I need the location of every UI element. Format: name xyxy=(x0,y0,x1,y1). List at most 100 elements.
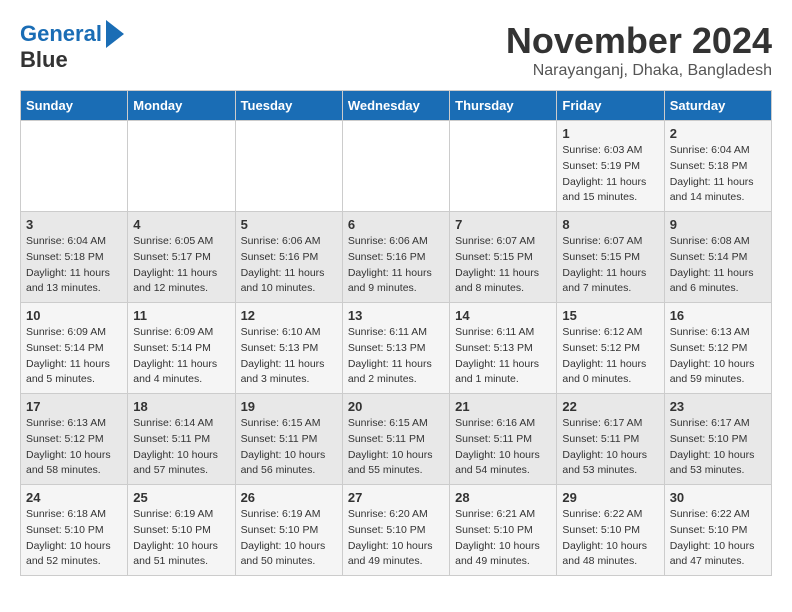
calendar-cell xyxy=(450,121,557,212)
day-info: Sunrise: 6:17 AM Sunset: 5:11 PM Dayligh… xyxy=(562,416,658,479)
day-number: 14 xyxy=(455,308,551,323)
calendar-cell: 25Sunrise: 6:19 AM Sunset: 5:10 PM Dayli… xyxy=(128,485,235,576)
day-info: Sunrise: 6:12 AM Sunset: 5:12 PM Dayligh… xyxy=(562,325,658,388)
day-number: 11 xyxy=(133,308,229,323)
month-title: November 2024 xyxy=(506,20,772,62)
day-number: 23 xyxy=(670,399,766,414)
calendar-cell: 11 Sunrise: 6:09 AM Sunset: 5:14 PM Dayli… xyxy=(128,303,235,394)
day-info: Sunrise: 6:03 AM Sunset: 5:19 PM Dayligh… xyxy=(562,143,658,206)
day-number: 16 xyxy=(670,308,766,323)
day-number: 20 xyxy=(348,399,444,414)
calendar-cell: 5Sunrise: 6:06 AM Sunset: 5:16 PM Daylig… xyxy=(235,212,342,303)
day-number: 17 xyxy=(26,399,122,414)
weekday-header-row: SundayMondayTuesdayWednesdayThursdayFrid… xyxy=(21,91,772,121)
week-row-5: 24 Sunrise: 6:18 AM Sunset: 5:10 PM Dayli… xyxy=(21,485,772,576)
day-info: Sunrise: 6:07 AM Sunset: 5:15 PM Dayligh… xyxy=(455,234,551,297)
calendar-cell xyxy=(128,121,235,212)
day-info: Sunrise: 6:08 AM Sunset: 5:14 PM Dayligh… xyxy=(670,234,766,297)
day-number: 2 xyxy=(670,126,766,141)
day-info: Sunrise: 6:11 AM Sunset: 5:13 PM Dayligh… xyxy=(348,325,444,388)
header-tuesday: Tuesday xyxy=(235,91,342,121)
day-info: Sunrise: 6:09 AM Sunset: 5:14 PM Dayligh… xyxy=(26,325,122,388)
calendar-cell: 24 Sunrise: 6:18 AM Sunset: 5:10 PM Dayli… xyxy=(21,485,128,576)
day-number: 28 xyxy=(455,490,551,505)
logo-blue-text: Blue xyxy=(20,48,68,72)
calendar-cell: 3Sunrise: 6:04 AM Sunset: 5:18 PM Daylig… xyxy=(21,212,128,303)
week-row-1: 1 Sunrise: 6:03 AM Sunset: 5:19 PM Daylig… xyxy=(21,121,772,212)
calendar-cell: 7 Sunrise: 6:07 AM Sunset: 5:15 PM Daylig… xyxy=(450,212,557,303)
location-text: Narayanganj, Dhaka, Bangladesh xyxy=(506,62,772,80)
day-number: 4 xyxy=(133,217,229,232)
calendar-table: SundayMondayTuesdayWednesdayThursdayFrid… xyxy=(20,90,772,576)
day-info: Sunrise: 6:09 AM Sunset: 5:14 PM Dayligh… xyxy=(133,325,229,388)
day-number: 13 xyxy=(348,308,444,323)
day-number: 8 xyxy=(562,217,658,232)
day-number: 10 xyxy=(26,308,122,323)
day-info: Sunrise: 6:14 AM Sunset: 5:11 PM Dayligh… xyxy=(133,416,229,479)
day-info: Sunrise: 6:07 AM Sunset: 5:15 PM Dayligh… xyxy=(562,234,658,297)
day-number: 29 xyxy=(562,490,658,505)
day-number: 24 xyxy=(26,490,122,505)
logo-text: General xyxy=(20,22,102,46)
header-friday: Friday xyxy=(557,91,664,121)
calendar-cell: 19Sunrise: 6:15 AM Sunset: 5:11 PM Dayli… xyxy=(235,394,342,485)
day-info: Sunrise: 6:13 AM Sunset: 5:12 PM Dayligh… xyxy=(26,416,122,479)
calendar-cell xyxy=(235,121,342,212)
calendar-cell: 4Sunrise: 6:05 AM Sunset: 5:17 PM Daylig… xyxy=(128,212,235,303)
day-info: Sunrise: 6:06 AM Sunset: 5:16 PM Dayligh… xyxy=(348,234,444,297)
logo-arrow-icon xyxy=(106,20,124,48)
day-info: Sunrise: 6:18 AM Sunset: 5:10 PM Dayligh… xyxy=(26,507,122,570)
calendar-cell: 27 Sunrise: 6:20 AM Sunset: 5:10 PM Dayli… xyxy=(342,485,449,576)
calendar-cell: 14Sunrise: 6:11 AM Sunset: 5:13 PM Dayli… xyxy=(450,303,557,394)
day-number: 27 xyxy=(348,490,444,505)
logo: General Blue xyxy=(20,20,124,72)
title-section: November 2024 Narayanganj, Dhaka, Bangla… xyxy=(506,20,772,80)
day-info: Sunrise: 6:17 AM Sunset: 5:10 PM Dayligh… xyxy=(670,416,766,479)
calendar-cell: 15 Sunrise: 6:12 AM Sunset: 5:12 PM Dayli… xyxy=(557,303,664,394)
header-monday: Monday xyxy=(128,91,235,121)
day-number: 25 xyxy=(133,490,229,505)
day-number: 7 xyxy=(455,217,551,232)
calendar-cell: 17 Sunrise: 6:13 AM Sunset: 5:12 PM Dayli… xyxy=(21,394,128,485)
day-info: Sunrise: 6:22 AM Sunset: 5:10 PM Dayligh… xyxy=(562,507,658,570)
day-info: Sunrise: 6:20 AM Sunset: 5:10 PM Dayligh… xyxy=(348,507,444,570)
calendar-cell: 21 Sunrise: 6:16 AM Sunset: 5:11 PM Dayli… xyxy=(450,394,557,485)
day-info: Sunrise: 6:15 AM Sunset: 5:11 PM Dayligh… xyxy=(241,416,337,479)
page-header: General Blue November 2024 Narayanganj, … xyxy=(20,20,772,80)
day-number: 5 xyxy=(241,217,337,232)
day-number: 9 xyxy=(670,217,766,232)
header-saturday: Saturday xyxy=(664,91,771,121)
calendar-cell: 18 Sunrise: 6:14 AM Sunset: 5:11 PM Dayli… xyxy=(128,394,235,485)
calendar-cell: 9 Sunrise: 6:08 AM Sunset: 5:14 PM Daylig… xyxy=(664,212,771,303)
day-info: Sunrise: 6:13 AM Sunset: 5:12 PM Dayligh… xyxy=(670,325,766,388)
day-number: 26 xyxy=(241,490,337,505)
day-number: 6 xyxy=(348,217,444,232)
day-number: 18 xyxy=(133,399,229,414)
calendar-cell: 12Sunrise: 6:10 AM Sunset: 5:13 PM Dayli… xyxy=(235,303,342,394)
calendar-cell: 22 Sunrise: 6:17 AM Sunset: 5:11 PM Dayli… xyxy=(557,394,664,485)
header-thursday: Thursday xyxy=(450,91,557,121)
calendar-cell: 26Sunrise: 6:19 AM Sunset: 5:10 PM Dayli… xyxy=(235,485,342,576)
calendar-cell: 28 Sunrise: 6:21 AM Sunset: 5:10 PM Dayli… xyxy=(450,485,557,576)
day-info: Sunrise: 6:21 AM Sunset: 5:10 PM Dayligh… xyxy=(455,507,551,570)
day-info: Sunrise: 6:04 AM Sunset: 5:18 PM Dayligh… xyxy=(26,234,122,297)
calendar-cell: 20 Sunrise: 6:15 AM Sunset: 5:11 PM Dayli… xyxy=(342,394,449,485)
week-row-3: 10 Sunrise: 6:09 AM Sunset: 5:14 PM Dayli… xyxy=(21,303,772,394)
week-row-2: 3Sunrise: 6:04 AM Sunset: 5:18 PM Daylig… xyxy=(21,212,772,303)
day-number: 30 xyxy=(670,490,766,505)
day-number: 1 xyxy=(562,126,658,141)
day-info: Sunrise: 6:22 AM Sunset: 5:10 PM Dayligh… xyxy=(670,507,766,570)
day-info: Sunrise: 6:15 AM Sunset: 5:11 PM Dayligh… xyxy=(348,416,444,479)
day-info: Sunrise: 6:16 AM Sunset: 5:11 PM Dayligh… xyxy=(455,416,551,479)
calendar-cell: 30 Sunrise: 6:22 AM Sunset: 5:10 PM Dayli… xyxy=(664,485,771,576)
week-row-4: 17 Sunrise: 6:13 AM Sunset: 5:12 PM Dayli… xyxy=(21,394,772,485)
header-wednesday: Wednesday xyxy=(342,91,449,121)
day-number: 22 xyxy=(562,399,658,414)
day-number: 12 xyxy=(241,308,337,323)
day-number: 21 xyxy=(455,399,551,414)
calendar-cell: 2 Sunrise: 6:04 AM Sunset: 5:18 PM Daylig… xyxy=(664,121,771,212)
day-number: 15 xyxy=(562,308,658,323)
header-sunday: Sunday xyxy=(21,91,128,121)
calendar-cell xyxy=(342,121,449,212)
day-info: Sunrise: 6:04 AM Sunset: 5:18 PM Dayligh… xyxy=(670,143,766,206)
